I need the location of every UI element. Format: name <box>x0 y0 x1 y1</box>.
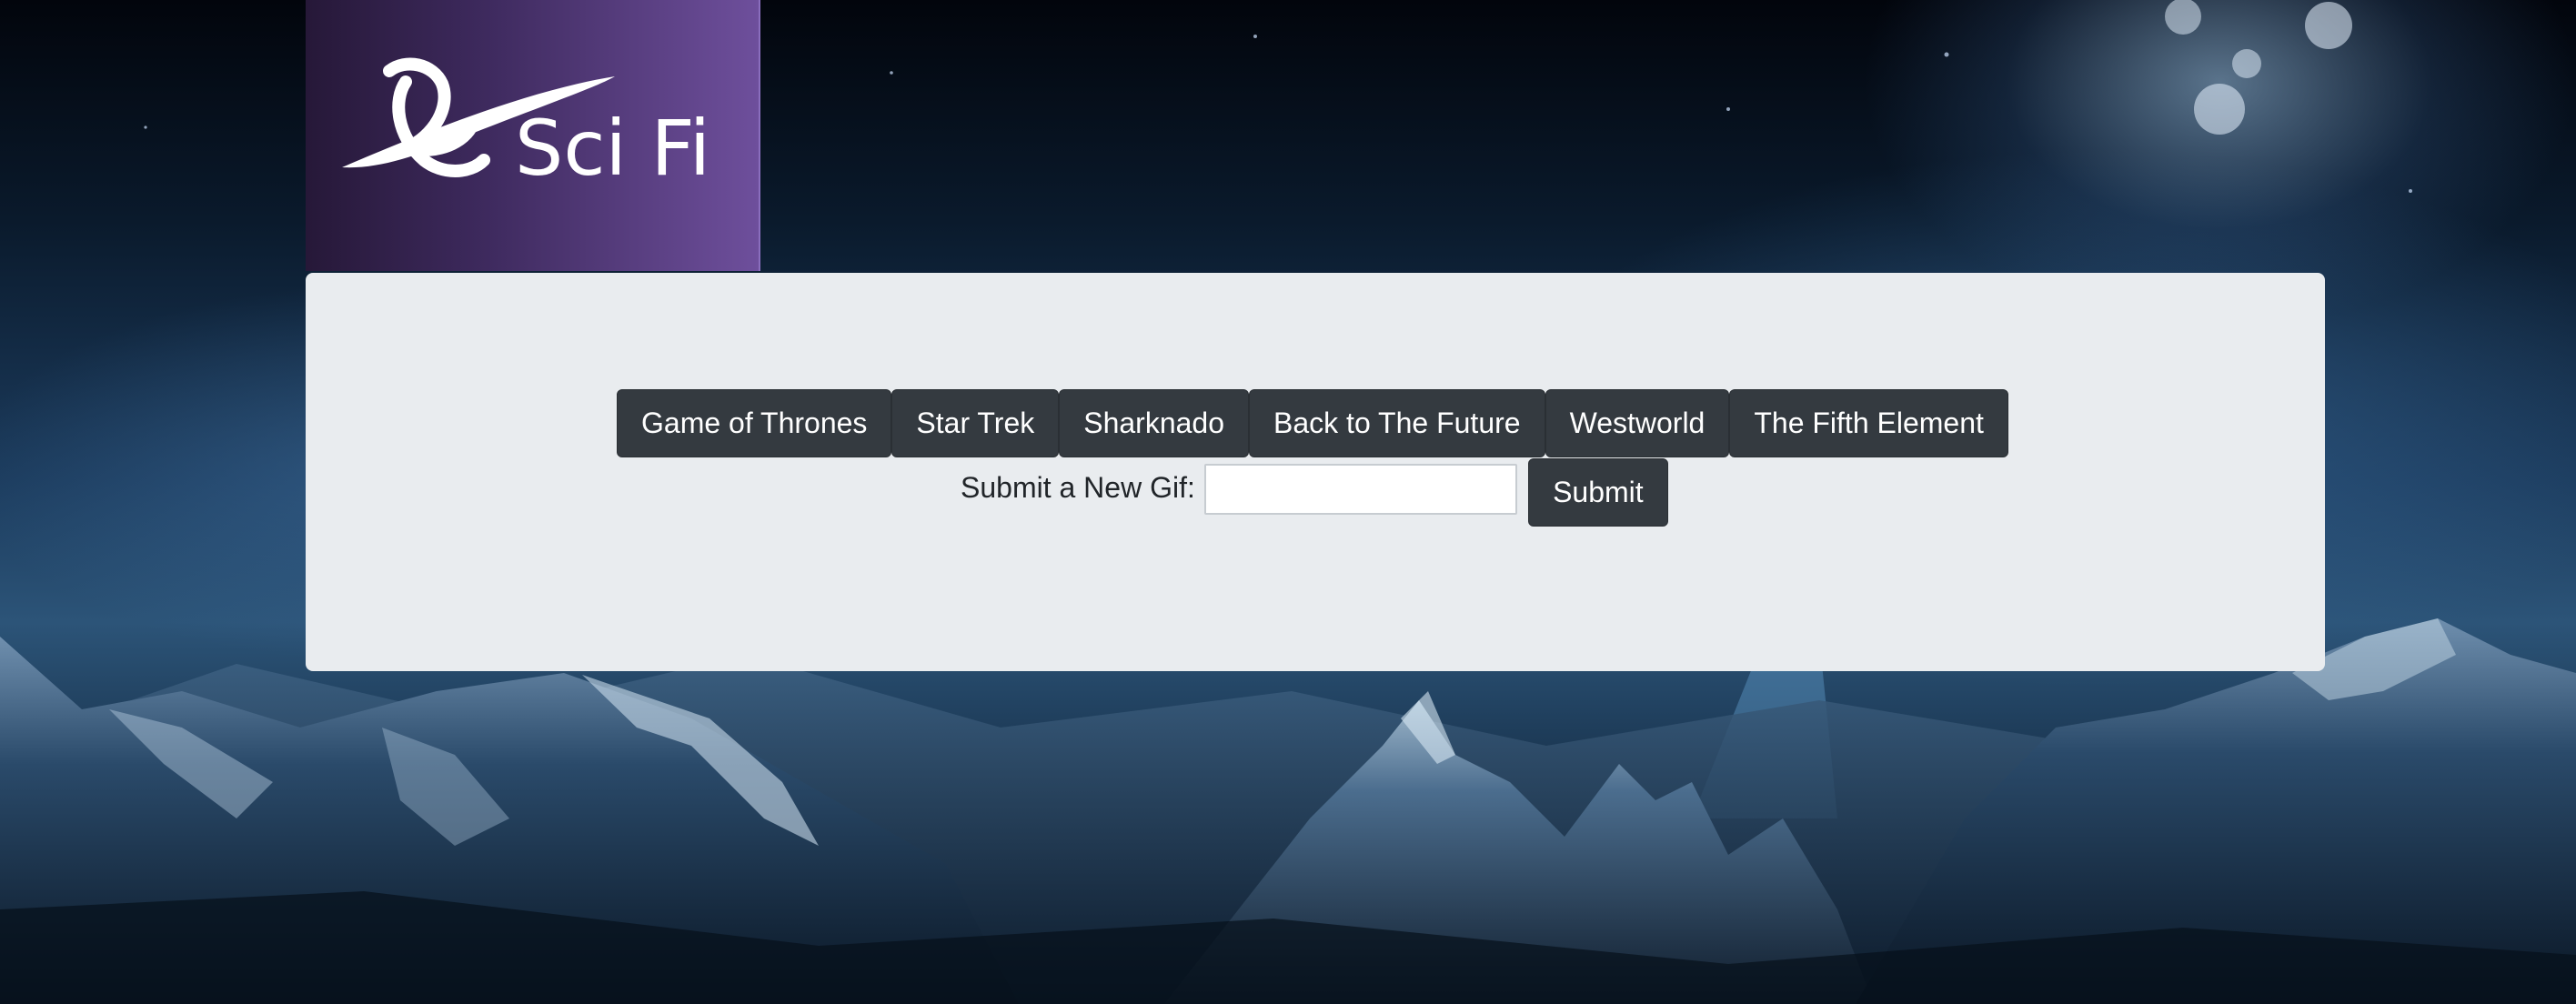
topic-button-back-to-the-future[interactable]: Back to The Future <box>1249 389 1545 457</box>
submit-gif-label: Submit a New Gif: <box>961 471 1195 504</box>
gif-name-input[interactable] <box>1203 464 1517 515</box>
topic-button-the-fifth-element[interactable]: The Fifth Element <box>1729 389 2008 457</box>
submit-gif-form: Submit a New Gif: Submit <box>961 458 1668 527</box>
topic-button-westworld[interactable]: Westworld <box>1545 389 1730 457</box>
scifi-logo: Sci Fi <box>306 0 760 271</box>
scifi-logo-icon: Sci Fi <box>342 57 710 193</box>
topic-button-game-of-thrones[interactable]: Game of Thrones <box>617 389 892 457</box>
topic-button-star-trek[interactable]: Star Trek <box>891 389 1060 457</box>
logo-text: Sci Fi <box>515 104 710 193</box>
topic-button-sharknado[interactable]: Sharknado <box>1059 389 1250 457</box>
topic-button-row: Game of Thrones Star Trek Sharknado Back… <box>617 389 2008 457</box>
submit-button[interactable]: Submit <box>1527 458 1668 527</box>
